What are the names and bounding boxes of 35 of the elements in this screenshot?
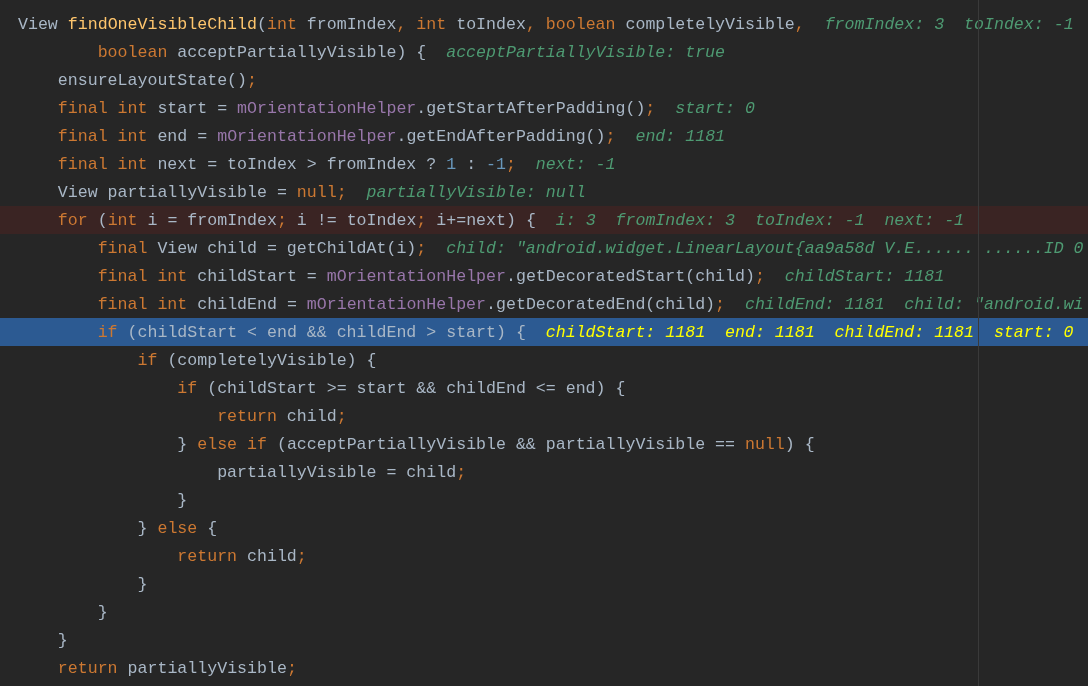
inline-value: start: 0 — [675, 98, 755, 118]
code-line: if (childStart >= start && childEnd <= end) { — [176, 378, 626, 398]
inline-value: childEnd: 1181 child: "android.wi — [744, 294, 1084, 314]
code-line: final int end = mOrientationHelper.getEndAfterPadding(); — [56, 126, 616, 146]
inline-value: childStart: 1181 end: 1181 childEnd: 1181 start: 0 — [545, 322, 1074, 342]
code-line: View partiallyVisible = null; — [56, 182, 347, 202]
code-line: } — [96, 602, 108, 622]
inline-value: acceptPartiallyVisible: true — [446, 42, 725, 62]
code-line: return child; — [176, 546, 307, 566]
inline-value: childStart: 1181 — [784, 266, 945, 286]
code-line: } else if (acceptPartiallyVisible && partiallyVisible == null) { — [176, 434, 815, 454]
inline-value: child: "android.widget.LinearLayout{aa9a58d V.E...... ......ID 0 — [446, 238, 1084, 258]
code-line: final View child = getChildAt(i); — [96, 238, 427, 258]
code-line: if (completelyVisible) { — [136, 350, 377, 370]
code-line: final int childEnd = mOrientationHelper.getDecoratedEnd(child); — [96, 294, 726, 314]
code-line: return child; — [216, 406, 347, 426]
code-line: View findOneVisibleChild(int fromIndex, int toIndex, boolean completelyVisible, — [18, 14, 805, 34]
code-line: final int start = mOrientationHelper.getStartAfterPadding(); — [56, 98, 656, 118]
inline-value: i: 3 fromIndex: 3 toIndex: -1 next: -1 — [555, 210, 965, 230]
code-line: } — [136, 574, 148, 594]
code-line: boolean acceptPartiallyVisible) { — [96, 42, 427, 62]
code-line: final int childStart = mOrientationHelper.getDecoratedStart(child); — [96, 266, 765, 286]
code-line: final int next = toIndex > fromIndex ? 1 : -1; — [56, 154, 516, 174]
code-line: ensureLayoutState(); — [56, 70, 257, 90]
code-line: partiallyVisible = child; — [216, 462, 467, 482]
code-line: } else { — [136, 518, 218, 538]
inline-value: partiallyVisible: null — [366, 182, 586, 202]
code-line: } — [56, 630, 68, 650]
inline-value: fromIndex: 3 toIndex: -1 — [824, 14, 1074, 34]
code-line: } — [176, 490, 188, 510]
inline-value: next: -1 — [535, 154, 616, 174]
code-line: if (childStart < end && childEnd > start) { — [96, 322, 526, 342]
code-line: return partiallyVisible; — [56, 658, 297, 678]
inline-value: end: 1181 — [635, 126, 726, 146]
code-line: for (int i = fromIndex; i != toIndex; i+=next) { — [56, 210, 536, 230]
